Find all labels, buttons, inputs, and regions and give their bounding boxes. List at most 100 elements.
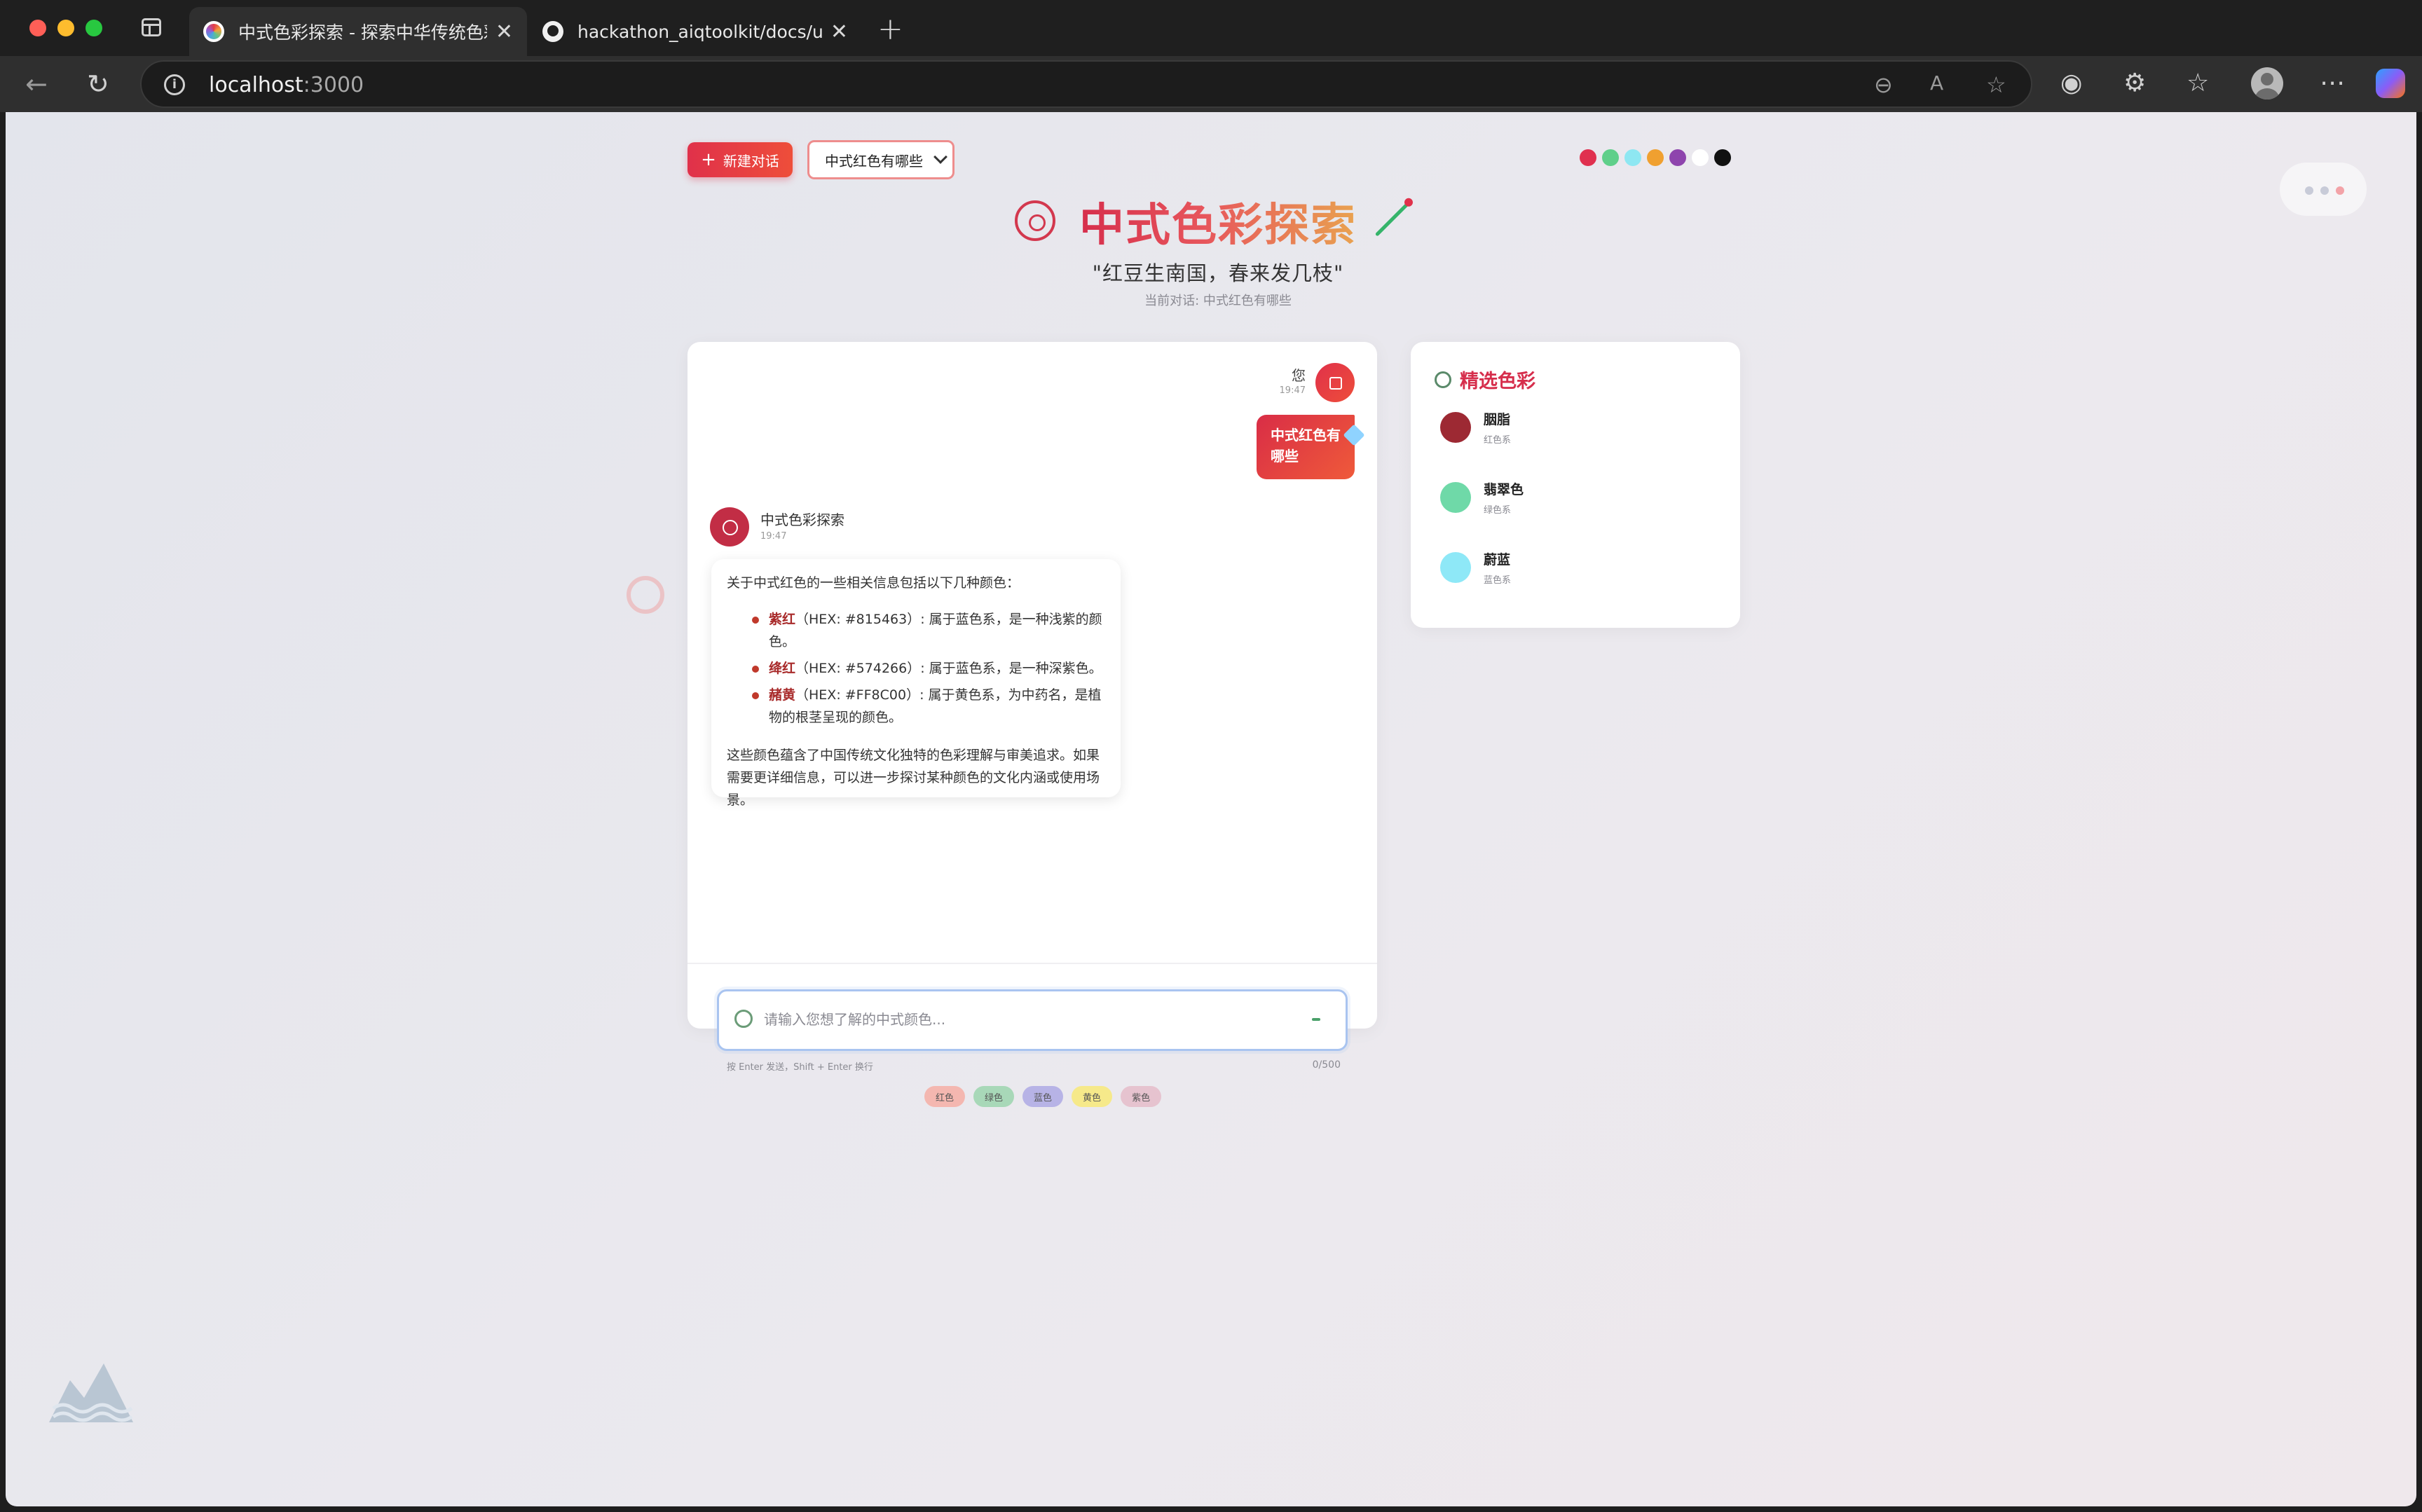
sidebar-toggle-icon[interactable] [142, 18, 161, 36]
quick-tag[interactable]: 绿色 [973, 1086, 1015, 1107]
color-description: （HEX: #574266）: 属于蓝色系，是一种深紫色。 [795, 661, 1102, 676]
featured-color-item[interactable]: 蔚蓝 蓝色系 [1440, 549, 1511, 586]
bot-message-bubble: 关于中式红色的一些相关信息包括以下几种颜色： 紫红（HEX: #815463）:… [711, 559, 1121, 808]
bot-avatar [710, 507, 749, 547]
tab-title: hackathon_aiqtoolkit/docs/ui_s [577, 21, 822, 42]
page-viewport: + 新建对话 中式红色有哪些 中式色彩探索 "红豆生南国，春来发几枝" 当前对话… [6, 112, 2416, 1506]
read-aloud-icon[interactable]: A [1930, 71, 1943, 95]
bot-name: 中式色彩探索 [760, 511, 844, 528]
page-title-row: 中式色彩探索 [1015, 189, 1421, 252]
list-item: 绛红（HEX: #574266）: 属于蓝色系，是一种深紫色。 [752, 657, 1105, 680]
theme-swatch[interactable] [1647, 149, 1664, 166]
color-term: 绛红 [769, 661, 796, 676]
theme-swatch[interactable] [1602, 149, 1619, 166]
conversation-select[interactable]: 中式红色有哪些 [807, 140, 955, 179]
plus-icon: + [701, 149, 716, 170]
zoom-out-icon[interactable]: ⊖ [1874, 71, 1893, 98]
page-subtitle: "红豆生南国，春来发几枝" [1092, 261, 1344, 285]
github-favicon-icon [542, 21, 563, 42]
user-message-time: 19:47 [1279, 385, 1306, 396]
featured-color-item[interactable]: 翡翠色 绿色系 [1440, 479, 1524, 516]
palette-icon [1435, 371, 1451, 388]
new-tab-icon[interactable]: + [877, 11, 903, 47]
color-term: 紫红 [769, 612, 796, 627]
input-hint: 按 Enter 发送，Shift + Enter 换行 [727, 1062, 873, 1073]
chevron-down-icon [933, 150, 947, 164]
quick-tag[interactable]: 红色 [924, 1086, 966, 1107]
url-text: localhost:3000 [209, 73, 364, 97]
theme-swatch[interactable] [1669, 149, 1686, 166]
bot-message-intro: 关于中式红色的一些相关信息包括以下几种颜色： [727, 575, 1020, 591]
color-family: 红色系 [1484, 435, 1512, 446]
extensions-icon[interactable]: ⚙ [2123, 69, 2146, 97]
featured-colors-panel: 精选色彩 胭脂红色系翡翠色绿色系蔚蓝 蓝色系 [1411, 342, 1740, 628]
conversation-select-value: 中式红色有哪些 [825, 152, 923, 170]
browser-tab-active[interactable]: 中式色彩探索 - 探索中华传统色彩 ✕ [189, 7, 527, 56]
featured-header: 精选色彩 [1435, 366, 1535, 393]
address-bar[interactable]: i localhost:3000 [140, 60, 2032, 108]
favorites-list-icon[interactable]: ☆ [2187, 69, 2209, 97]
send-icon[interactable] [1312, 1018, 1320, 1021]
reload-icon[interactable]: ↻ [87, 69, 109, 99]
site-info-icon[interactable]: i [164, 74, 185, 95]
list-item: 赭黄（HEX: #FF8C00）: 属于黄色系，为中药名，是植物的根茎呈现的颜色… [752, 684, 1105, 729]
color-dot [1440, 552, 1471, 583]
message-input-box[interactable] [717, 989, 1348, 1051]
color-description: （HEX: #FF8C00）: 属于黄色系，为中药名，是植物的根茎呈现的颜色。 [769, 687, 1102, 725]
user-avatar [1315, 363, 1355, 402]
cloud-decoration-icon [2280, 163, 2367, 216]
color-text: 翡翠色 绿色系 [1484, 479, 1524, 516]
featured-title: 精选色彩 [1460, 371, 1535, 392]
color-term: 赭黄 [769, 687, 796, 703]
maximize-window-icon[interactable] [85, 20, 102, 36]
color-dot [1440, 412, 1471, 443]
new-chat-button[interactable]: + 新建对话 [687, 142, 793, 177]
quick-tag[interactable]: 蓝色 [1022, 1086, 1064, 1107]
color-text: 蔚蓝 蓝色系 [1484, 549, 1511, 586]
color-text: 胭脂 红色系 [1484, 409, 1511, 446]
copilot-icon[interactable] [2376, 69, 2405, 98]
url-host: localhost [209, 73, 303, 97]
back-arrow-icon[interactable]: ← [25, 69, 48, 99]
tab-title: 中式色彩探索 - 探索中华传统色彩 [238, 22, 487, 43]
user-name: 您 [1292, 367, 1306, 384]
more-menu-icon[interactable]: ⋯ [2320, 69, 2345, 97]
browser-tab-bar: 中式色彩探索 - 探索中华传统色彩 ✕ hackathon_aiqtoolkit… [0, 0, 2422, 56]
message-input[interactable] [764, 1005, 1296, 1033]
url-port: :3000 [303, 73, 364, 97]
color-wheel-favicon-icon [203, 21, 224, 42]
color-name: 蔚蓝 [1484, 552, 1511, 568]
close-tab-icon[interactable]: ✕ [495, 20, 513, 44]
mountain-logo-icon [49, 1363, 133, 1422]
quick-tag[interactable]: 紫色 [1121, 1086, 1162, 1107]
browser-tab-github[interactable]: hackathon_aiqtoolkit/docs/ui_s ✕ [528, 7, 862, 56]
favorite-star-icon[interactable]: ☆ [1986, 71, 2006, 98]
profile-avatar-icon[interactable] [2251, 67, 2283, 99]
color-dot [1440, 482, 1471, 513]
bot-message-time: 19:47 [760, 531, 787, 542]
color-description: （HEX: #815463）: 属于蓝色系，是一种浅紫的颜色。 [769, 612, 1102, 650]
theme-swatch[interactable] [1714, 149, 1731, 166]
extension-puzzle-icon[interactable]: ◉ [2060, 69, 2082, 97]
color-family: 绿色系 [1484, 505, 1512, 516]
list-item: 紫红（HEX: #815463）: 属于蓝色系，是一种浅紫的颜色。 [752, 608, 1105, 653]
color-name: 翡翠色 [1484, 482, 1524, 497]
close-window-icon[interactable] [29, 20, 46, 36]
theme-swatch[interactable] [1624, 149, 1641, 166]
quick-tag[interactable]: 黄色 [1072, 1086, 1113, 1107]
theme-swatch[interactable] [1692, 149, 1709, 166]
bot-message-conclusion: 这些颜色蕴含了中国传统文化独特的色彩理解与审美追求。如果需要更详细信息，可以进一… [727, 748, 1100, 808]
theme-swatches [1580, 149, 1731, 166]
decorative-ring-icon [627, 576, 664, 614]
theme-swatch[interactable] [1580, 149, 1596, 166]
current-conversation-label: 当前对话: 中式红色有哪些 [1144, 294, 1292, 308]
char-count: 0/500 [1312, 1059, 1341, 1071]
page-title: 中式色彩探索 [1079, 189, 1357, 254]
quick-tags: 红色 绿色 蓝色 黄色 紫色 [924, 1086, 1162, 1107]
close-tab-icon[interactable]: ✕ [830, 20, 848, 44]
color-name: 胭脂 [1484, 412, 1511, 427]
divider [687, 963, 1377, 964]
featured-color-item[interactable]: 胭脂 红色系 [1440, 409, 1511, 446]
new-chat-label: 新建对话 [723, 152, 779, 170]
minimize-window-icon[interactable] [57, 20, 74, 36]
